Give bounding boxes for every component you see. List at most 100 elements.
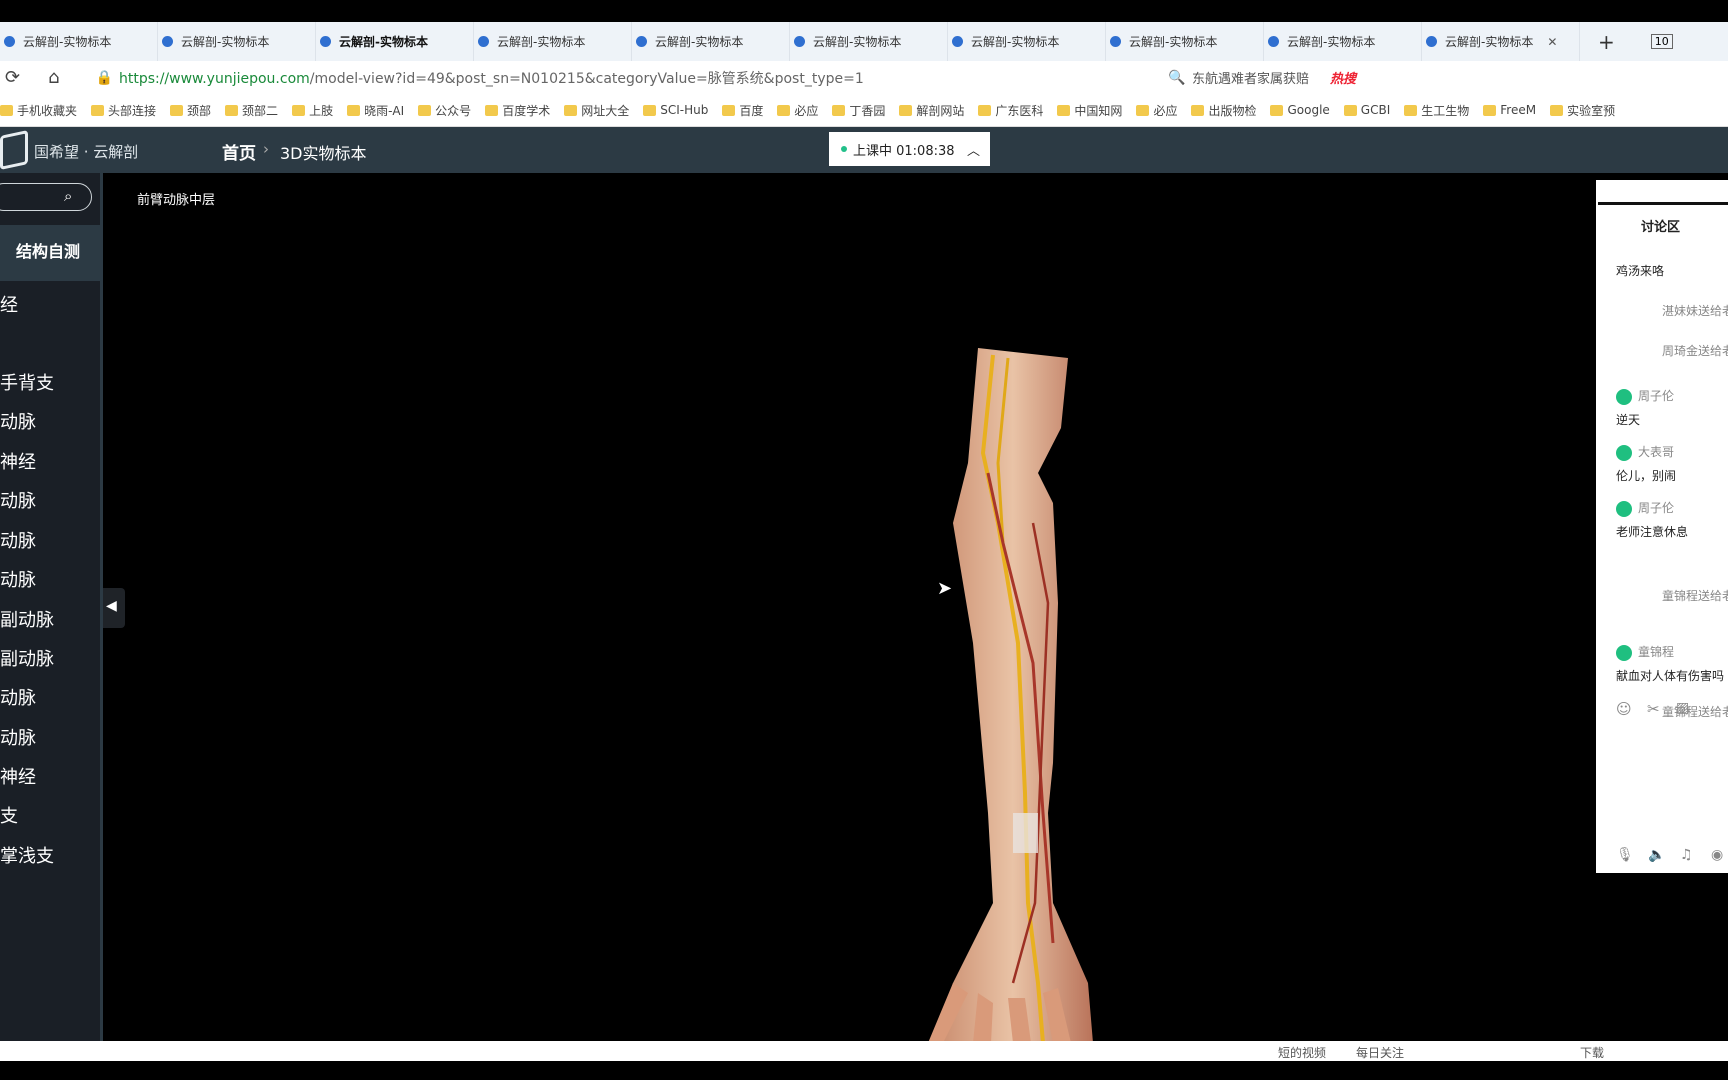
speaker-icon[interactable]: 🔈 <box>1648 847 1665 863</box>
wechat-icon <box>1616 500 1632 517</box>
taskbar-item[interactable]: 每日关注 <box>1356 1044 1404 1061</box>
reload-icon[interactable]: ⟳ <box>5 67 20 88</box>
browser-tab[interactable]: 云解剖-实物标本 <box>474 22 632 61</box>
search-icon[interactable]: 🔍 <box>1168 70 1185 86</box>
folder-icon <box>170 104 184 116</box>
model-viewer[interactable]: 前臂动脉中层 ◀ ➤ <box>103 173 1728 1043</box>
sidebar-item[interactable]: 支 <box>0 802 18 828</box>
tab-count[interactable]: 10 <box>1650 34 1673 49</box>
bookmark-item[interactable]: SCI-Hub <box>643 103 708 117</box>
browser-tab[interactable]: 云解剖-实物标本 <box>1264 22 1422 61</box>
chat-message: 献血对人体有伤害吗 <box>1616 669 1725 683</box>
sidebar-item[interactable]: 经 <box>0 291 18 317</box>
bookmark-item[interactable]: 广东医科 <box>978 102 1043 119</box>
bookmark-item[interactable]: 上肢 <box>292 102 333 119</box>
favicon-icon <box>636 36 647 47</box>
search-icon[interactable]: ⌕ <box>64 187 72 205</box>
sidebar-item[interactable]: 神经 <box>0 448 36 474</box>
image-icon[interactable]: ▨ <box>1676 700 1689 716</box>
search-hint[interactable]: 东航遇难者家属获赔 <box>1192 68 1309 87</box>
breadcrumb-home[interactable]: 首页 <box>222 139 256 164</box>
favicon-icon <box>162 36 173 47</box>
folder-icon <box>225 104 239 116</box>
sidebar-item[interactable]: 副动脉 <box>0 645 54 671</box>
browser-tab[interactable]: 云解剖-实物标本 <box>158 22 316 61</box>
folder-icon <box>1270 104 1284 116</box>
sidebar-item[interactable]: 动脉 <box>0 724 36 750</box>
bookmark-item[interactable]: 网址大全 <box>564 102 629 119</box>
live-status-pill[interactable]: 上课中 01:08:38 ︿ <box>829 132 990 166</box>
music-icon[interactable]: ♫ <box>1680 847 1693 863</box>
self-test-button[interactable]: 结构自测 <box>0 225 103 281</box>
camera-icon[interactable]: ◉ <box>1711 847 1723 863</box>
chevron-up-icon[interactable]: ︿ <box>967 140 980 159</box>
bookmark-item[interactable]: Google <box>1270 103 1330 117</box>
browser-tab[interactable]: 云解剖-实物标本 <box>1106 22 1264 61</box>
url-input[interactable]: https://www.yunjiepou.com/model-view?id=… <box>119 68 864 88</box>
emoji-icon[interactable]: ☺ <box>1616 700 1632 718</box>
browser-tab[interactable]: 云解剖-实物标本 <box>0 22 158 61</box>
bookmark-item[interactable]: 百度 <box>722 102 763 119</box>
sidebar-item[interactable]: 动脉 <box>0 684 36 710</box>
bookmark-item[interactable]: 丁香园 <box>832 102 885 119</box>
sidebar: ⌕ 结构自测 经手背支 动脉 神经 动脉 动脉 动脉 副动脉 副动脉 动脉 动脉 神经支掌浅支 <box>0 173 103 1041</box>
sidebar-item[interactable]: 手背支 <box>0 369 54 395</box>
folder-icon <box>899 104 913 116</box>
bookmark-item[interactable]: 晓雨-AI <box>347 102 404 119</box>
bookmark-item[interactable]: 必应 <box>777 102 818 119</box>
bookmark-item[interactable]: 公众号 <box>418 102 471 119</box>
bookmark-item[interactable]: 实验室预 <box>1550 102 1615 119</box>
gift-notice: 童锦程送给老 <box>1662 705 1728 719</box>
folder-icon <box>1483 104 1497 116</box>
favicon-icon <box>1268 36 1279 47</box>
sidebar-item[interactable]: 动脉 <box>0 408 36 434</box>
close-tab-icon[interactable]: ✕ <box>1547 35 1557 49</box>
sidebar-item[interactable]: 动脉 <box>0 566 36 592</box>
browser-tab[interactable]: 云解剖-实物标本 <box>948 22 1106 61</box>
bookmark-item[interactable]: GCBI <box>1343 103 1390 117</box>
wechat-icon <box>1616 388 1632 405</box>
sidebar-item[interactable]: 动脉 <box>0 487 36 513</box>
bookmark-item[interactable]: 中国知网 <box>1057 102 1122 119</box>
bookmark-item[interactable]: 颈部 <box>170 102 211 119</box>
sidebar-item[interactable]: 副动脉 <box>0 606 54 632</box>
mouse-cursor: ➤ <box>937 578 953 599</box>
bookmark-item[interactable]: 百度学术 <box>485 102 550 119</box>
chat-user: 周子伦 <box>1616 499 1674 517</box>
breadcrumb-current[interactable]: 3D实物标本 <box>280 140 367 164</box>
bookmark-item[interactable]: 出版物检 <box>1191 102 1256 119</box>
hot-search-badge[interactable]: 热搜 <box>1330 68 1356 87</box>
collapse-sidebar-button[interactable]: ◀ <box>103 588 125 628</box>
favicon-icon <box>794 36 805 47</box>
browser-tab[interactable]: 云解剖-实物标本 <box>632 22 790 61</box>
bookmark-item[interactable]: 颈部二 <box>225 102 278 119</box>
arm-3d-model[interactable] <box>803 343 1103 1043</box>
chat-user: 童锦程 <box>1616 643 1674 661</box>
model-title: 前臂动脉中层 <box>137 193 216 208</box>
favicon-icon <box>1110 36 1121 47</box>
sidebar-item[interactable]: 掌浅支 <box>0 842 54 868</box>
browser-tab[interactable]: 云解剖-实物标本 <box>790 22 948 61</box>
bookmark-item[interactable]: FreeM <box>1483 103 1536 117</box>
sidebar-search-input[interactable] <box>0 183 92 211</box>
browser-tab[interactable]: 云解剖-实物标本 <box>316 22 474 61</box>
folder-icon <box>832 104 846 116</box>
sidebar-item[interactable]: 神经 <box>0 763 36 789</box>
bookmark-item[interactable]: 解剖网站 <box>899 102 964 119</box>
new-tab-button[interactable]: + <box>1598 30 1615 54</box>
breadcrumb-sep: › <box>263 140 269 158</box>
bookmark-item[interactable]: 生工生物 <box>1404 102 1469 119</box>
browser-tab[interactable]: 云解剖-实物标本 ✕ <box>1422 22 1580 61</box>
folder-icon <box>643 104 657 116</box>
folder-icon <box>292 104 306 116</box>
home-icon[interactable]: ⌂ <box>48 67 59 88</box>
taskbar-item[interactable]: 下载 <box>1580 1044 1604 1061</box>
bookmark-item[interactable]: 头部连接 <box>91 102 156 119</box>
sidebar-item[interactable]: 动脉 <box>0 527 36 553</box>
bookmark-item[interactable]: 手机收藏夹 <box>0 102 77 119</box>
taskbar-item[interactable]: 短的视频 <box>1278 1044 1326 1061</box>
bookmark-item[interactable]: 必应 <box>1136 102 1177 119</box>
app-logo[interactable]: 国希望 · 云解剖 <box>34 141 138 162</box>
microphone-icon[interactable]: 🎙 <box>1616 847 1634 863</box>
scissors-icon[interactable]: ✂ <box>1647 700 1660 718</box>
